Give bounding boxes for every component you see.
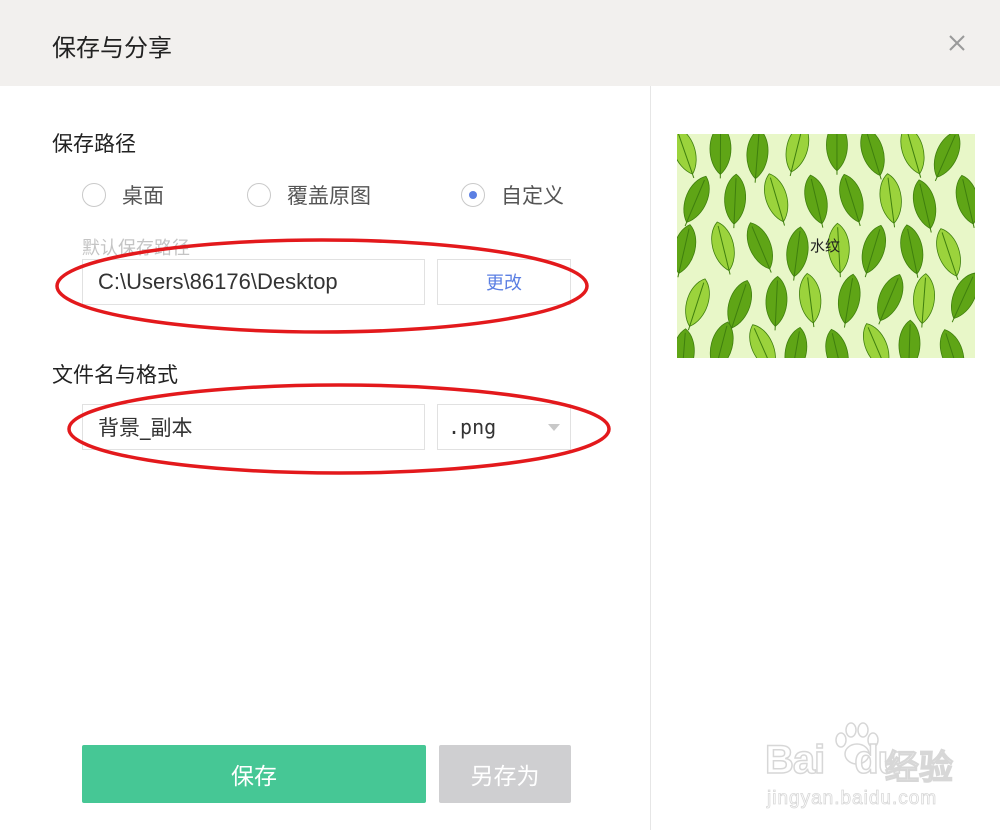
leaf-shape [912,179,937,233]
default-path-hint: 默认保存路径 [82,238,190,259]
leaf-shape [900,134,925,178]
leaf-shape [839,173,864,227]
save-button-label: 保存 [231,764,277,790]
leaf-shape [683,175,710,227]
leaf-shape [939,329,965,358]
leaf-shape [826,134,848,175]
change-path-label: 更改 [486,273,522,294]
leaf-shape [877,274,904,325]
dialog-titlebar: 保存与分享 [0,0,1000,86]
leaf-shape [837,273,861,328]
leaf-shape [746,222,773,273]
radio-circle[interactable] [247,183,271,207]
radio-overwrite-original[interactable]: 覆盖原图 [247,180,371,210]
save-share-dialog: 保存与分享 保存路径 桌面 覆盖原图 自定义 默认保存路径 C:\Users\8… [0,0,1000,830]
leaf-shape [861,224,886,278]
leaf-shape [677,328,695,358]
chevron-down-icon [548,424,560,431]
save-button[interactable]: 保存 [82,745,426,803]
leaf-shape [749,324,776,358]
save-as-button-label: 另存为 [470,764,540,790]
file-name-input[interactable]: 背景_副本 [82,404,425,450]
leaf-shape [936,228,961,281]
leaf-shape [862,323,890,358]
file-name-format-label: 文件名与格式 [52,363,178,387]
leaf-shape [724,173,747,229]
file-name-value: 背景_副本 [98,416,193,440]
save-path-label: 保存路径 [52,132,136,156]
preview-watermark-text: 水纹 [810,237,841,255]
radio-custom[interactable]: 自定义 [461,180,564,210]
leaf-shape [677,224,697,278]
leaf-shape [746,134,769,183]
radio-label: 覆盖原图 [287,184,371,208]
format-value: .png [448,415,497,439]
leaf-shape [951,272,975,323]
radio-desktop[interactable]: 桌面 [82,180,164,210]
save-path-value: C:\Users\86176\Desktop [98,269,338,294]
leaf-shape [825,328,849,358]
leaf-shape [804,174,828,228]
radio-circle-selected[interactable] [461,183,485,207]
format-select[interactable]: .png [437,404,571,450]
leaf-shape [784,326,808,358]
leaf-shape [900,224,924,278]
leaf-shape [913,273,935,328]
leaf-shape [955,174,975,229]
leaf-shape [764,173,789,226]
radio-label: 桌面 [122,184,164,208]
leaf-shape [765,275,788,331]
leaf-shape [711,221,735,275]
leaf-shape [685,278,710,331]
jingyan-url: jingyan.baidu.com [767,788,938,810]
leaf-shape [879,173,902,228]
image-preview: 水纹 [677,134,975,358]
radio-label: 自定义 [501,184,564,208]
baidu-logo: Bai du [764,737,903,783]
leaf-shape [898,319,921,358]
change-path-button[interactable]: 更改 [437,259,571,305]
save-path-input[interactable]: C:\Users\86176\Desktop [82,259,425,305]
dialog-title: 保存与分享 [52,34,172,62]
save-as-button[interactable]: 另存为 [439,745,571,803]
leaf-shape [709,134,732,179]
leaf-shape [799,272,822,328]
leaf-shape [677,134,697,179]
radio-circle[interactable] [82,183,106,207]
leaf-shape [785,134,810,177]
panel-divider [650,86,651,830]
baidu-jingyan-watermark: Bai du 经验 jingyan.baidu.com [764,718,965,818]
close-icon[interactable] [940,26,974,60]
jingyan-logo-text: 经验 [884,747,953,788]
